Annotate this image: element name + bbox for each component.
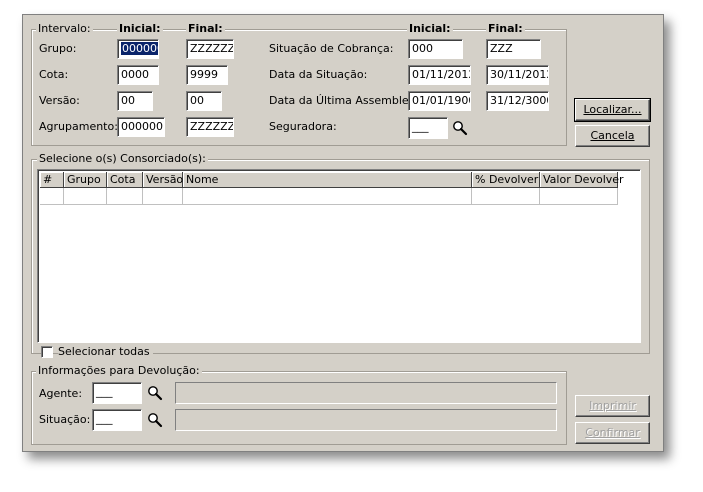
agrupamento-inicial-input[interactable]: 000000 [117, 117, 165, 137]
inicial-header: Inicial: [117, 22, 163, 35]
column-header-cota[interactable]: Cota [107, 172, 143, 188]
data-assembleia-inicial-input[interactable]: 01/01/1900 [408, 91, 471, 111]
imprimir-label: Imprimir [589, 399, 636, 412]
column-header-grupo[interactable]: Grupo [64, 172, 107, 188]
agrupamento-final-input[interactable]: ZZZZZZ [186, 117, 234, 137]
dialog-window: Intervalo: Inicial: Final: Inicial: Fina… [22, 14, 664, 452]
final-header: Final: [186, 22, 225, 35]
cota-final-input[interactable]: 9999 [186, 65, 228, 85]
grupo-inicial-input[interactable]: 000000 [117, 39, 159, 59]
interval-legend: Intervalo: [36, 22, 93, 35]
column-header-versao[interactable]: Versão [143, 172, 183, 188]
cancela-label: Cancela [590, 129, 635, 142]
grupo-final-input[interactable]: ZZZZZZ [186, 39, 234, 59]
data-assembleia-label: Data da Última Assembleia: [269, 94, 423, 107]
column-header-number[interactable]: # [40, 172, 64, 188]
empty-row-cell-number[interactable] [40, 188, 64, 205]
agrupamento-label: Agrupamento: [39, 120, 118, 133]
cota-label: Cota: [39, 68, 69, 81]
final-header-2: Final: [486, 22, 525, 35]
empty-row-cell-versao[interactable] [143, 188, 183, 205]
column-header-percent-devolver[interactable]: % Devolver [472, 172, 540, 188]
agente-description-field [175, 382, 557, 404]
inicial-header-2: Inicial: [407, 22, 453, 35]
consorciados-grid[interactable]: # Grupo Cota Versão Nome % Devolver Valo… [37, 169, 641, 343]
grupo-inicial-value: 000000 [121, 42, 158, 55]
agente-label: Agente: [39, 387, 83, 400]
situacao-label: Situação: [39, 413, 91, 426]
select-all-checkbox[interactable] [41, 346, 53, 358]
devolucao-legend: Informações para Devolução: [36, 364, 202, 377]
confirmar-label: Confirmar [585, 426, 640, 439]
select-all-label[interactable]: Selecionar todas [58, 345, 153, 359]
seguradora-magnifier-icon[interactable] [452, 120, 468, 136]
situacao-magnifier-icon[interactable] [147, 412, 163, 428]
versao-inicial-input[interactable]: 00 [117, 91, 153, 111]
seguradora-label: Seguradora: [269, 120, 337, 133]
confirmar-button[interactable]: Confirmar [575, 422, 650, 444]
agente-magnifier-icon[interactable] [147, 385, 163, 401]
localizar-label: Localizar... [583, 103, 642, 116]
situacao-cobranca-inicial-input[interactable]: 000 [408, 39, 463, 59]
situacao-input[interactable]: ___ [92, 409, 142, 431]
data-situacao-inicial-input[interactable]: 01/11/2012 [408, 65, 471, 85]
data-situacao-final-input[interactable]: 30/11/2012 [486, 65, 549, 85]
data-assembleia-final-input[interactable]: 31/12/3000 [486, 91, 549, 111]
empty-row-cell-cota[interactable] [107, 188, 143, 205]
empty-row-cell-grupo[interactable] [64, 188, 107, 205]
localizar-button[interactable]: Localizar... [574, 98, 651, 122]
grupo-label: Grupo: [39, 42, 77, 55]
cancela-button[interactable]: Cancela [575, 125, 650, 147]
situacao-cobranca-label: Situação de Cobrança: [269, 42, 394, 55]
versao-final-input[interactable]: 00 [186, 91, 222, 111]
empty-row-cell-valor-devolver[interactable] [540, 188, 618, 205]
seguradora-input[interactable]: ___ [408, 117, 448, 139]
imprimir-button[interactable]: Imprimir [575, 395, 650, 417]
empty-row-cell-nome[interactable] [183, 188, 472, 205]
data-situacao-label: Data da Situação: [269, 68, 368, 81]
situacao-description-field [175, 409, 557, 431]
column-header-nome[interactable]: Nome [183, 172, 472, 188]
cota-inicial-input[interactable]: 0000 [117, 65, 159, 85]
agente-input[interactable]: ___ [92, 382, 142, 404]
consorciados-legend: Selecione o(s) Consorciado(s): [37, 152, 208, 165]
situacao-cobranca-final-input[interactable]: ZZZ [486, 39, 541, 59]
versao-label: Versão: [39, 94, 80, 107]
empty-row-cell-percent-devolver[interactable] [472, 188, 540, 205]
column-header-valor-devolver[interactable]: Valor Devolver [540, 172, 624, 188]
